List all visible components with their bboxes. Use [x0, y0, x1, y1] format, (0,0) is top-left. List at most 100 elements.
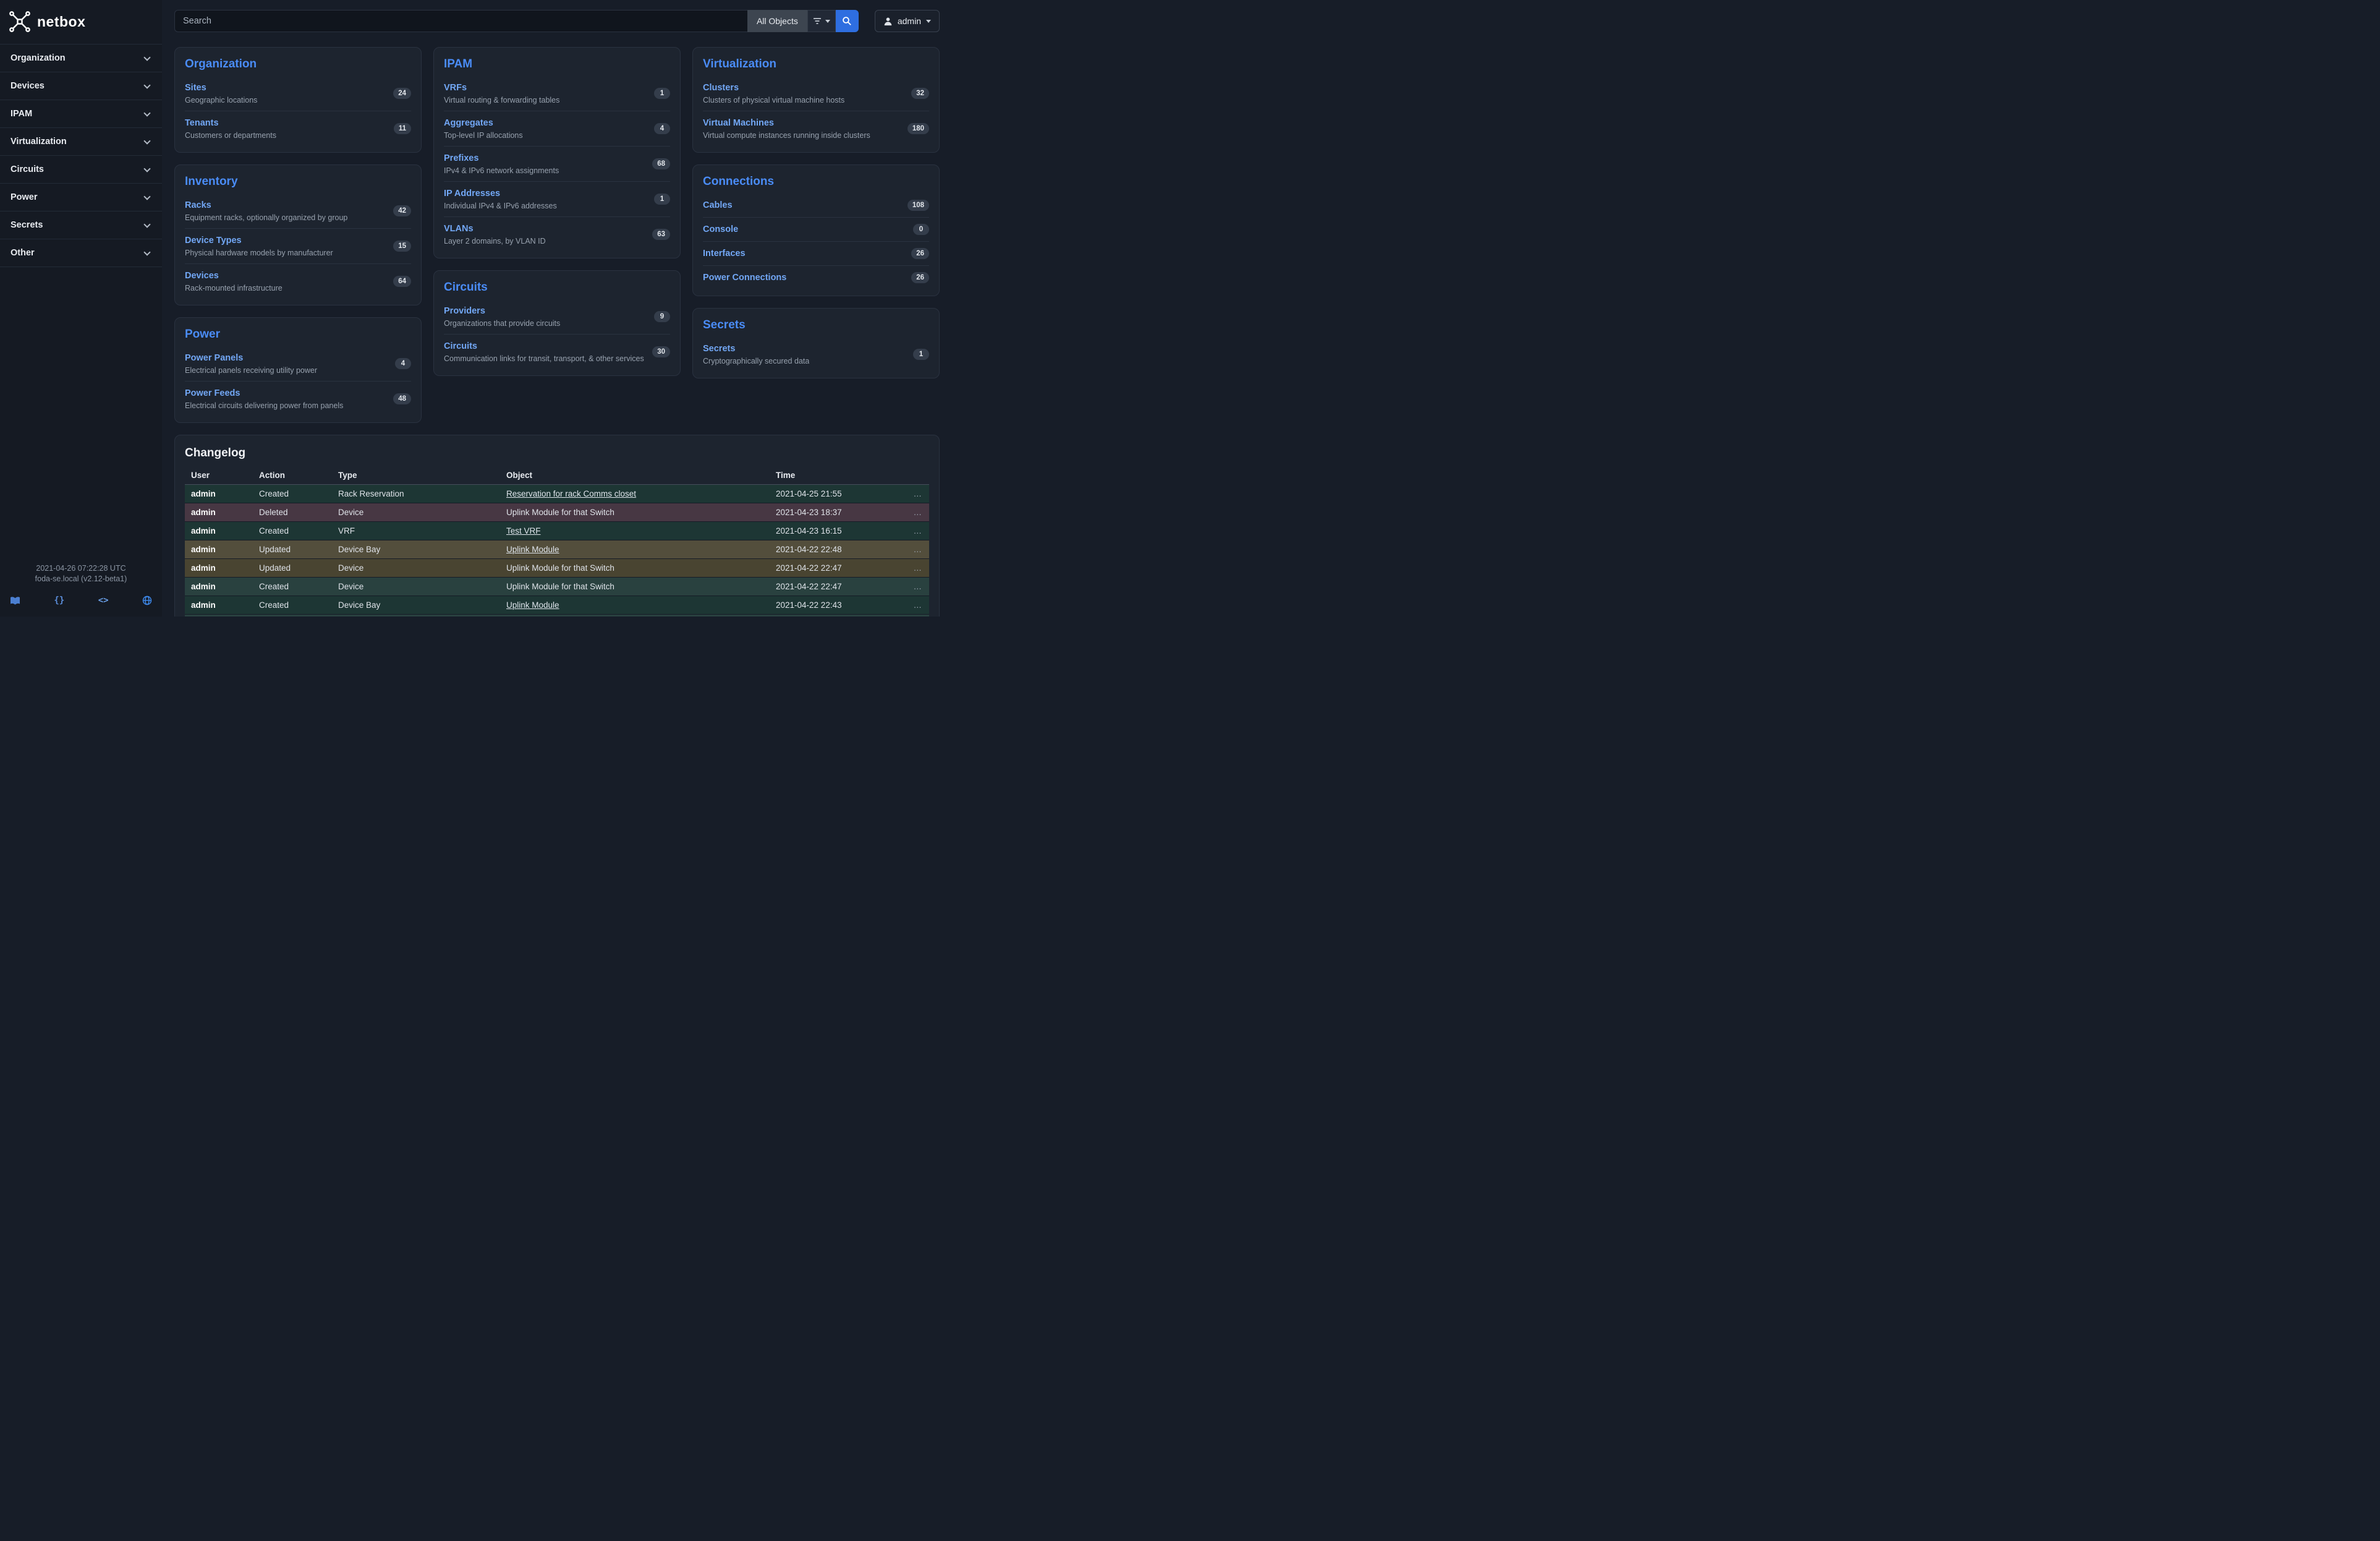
time-cell: 2021-04-22 22:43: [770, 596, 906, 615]
item-description: Rack-mounted infrastructure: [185, 284, 283, 292]
brand[interactable]: netbox: [0, 0, 162, 44]
main-area: All Objects: [162, 0, 952, 617]
count-badge: 68: [652, 158, 670, 169]
time-cell: 2021-04-23 16:15: [770, 522, 906, 540]
object-link[interactable]: Test VRF: [506, 526, 541, 536]
row-menu-button[interactable]: …: [906, 522, 929, 540]
chevron-down-icon: [143, 54, 150, 61]
card-organization: OrganizationSitesGeographic locations24T…: [174, 47, 422, 153]
item-link[interactable]: VLANs: [444, 224, 474, 234]
item-link[interactable]: Device Types: [185, 236, 242, 245]
item-link[interactable]: Circuits: [444, 341, 477, 351]
card-item-vrfs: VRFsVirtual routing & forwarding tables1: [444, 76, 670, 111]
row-menu-button[interactable]: …: [906, 503, 929, 522]
user-menu-button[interactable]: admin: [875, 10, 940, 32]
item-text: ClustersClusters of physical virtual mac…: [703, 82, 844, 105]
object-type-button[interactable]: All Objects: [747, 10, 807, 32]
item-link[interactable]: Console: [703, 224, 738, 234]
item-link[interactable]: Clusters: [703, 83, 739, 93]
sidebar-item-other[interactable]: Other: [0, 239, 162, 267]
item-link[interactable]: Power Panels: [185, 353, 243, 363]
column-header-user: User: [185, 466, 253, 485]
filter-dropdown-button[interactable]: [807, 10, 836, 32]
item-link[interactable]: Devices: [185, 271, 219, 281]
item-link[interactable]: Power Feeds: [185, 388, 240, 398]
type-cell: Device Bay: [332, 540, 500, 559]
changelog-header-row: UserActionTypeObjectTime: [185, 466, 929, 485]
item-link[interactable]: Racks: [185, 200, 211, 210]
count-badge: 108: [907, 200, 929, 211]
item-link[interactable]: Virtual Machines: [703, 118, 774, 128]
card-item-console: Console0: [703, 217, 929, 241]
sidebar-item-ipam[interactable]: IPAM: [0, 100, 162, 127]
item-text: Power Connections: [703, 272, 786, 283]
row-menu-button[interactable]: …: [906, 559, 929, 578]
table-row: adminUpdatedDeviceUplink Module for that…: [185, 559, 929, 578]
item-text: SitesGeographic locations: [185, 82, 257, 105]
object-link[interactable]: Uplink Module: [506, 600, 559, 610]
item-text: Console: [703, 224, 738, 235]
sidebar-item-organization[interactable]: Organization: [0, 44, 162, 72]
table-row: adminCreatedDevice BayUplink Module2021-…: [185, 596, 929, 615]
item-link[interactable]: Aggregates: [444, 118, 493, 128]
count-badge: 1: [913, 349, 929, 360]
item-link[interactable]: IP Addresses: [444, 189, 500, 198]
column-header-action: Action: [253, 466, 332, 485]
item-description: Organizations that provide circuits: [444, 319, 560, 328]
braces-icon[interactable]: {}: [54, 595, 64, 605]
globe-icon[interactable]: [142, 595, 152, 605]
item-text: AggregatesTop-level IP allocations: [444, 117, 523, 140]
sidebar-footer: 2021-04-26 07:22:28 UTC foda-se.local (v…: [0, 563, 162, 617]
user-cell: admin: [185, 503, 253, 522]
search-icon: [842, 16, 852, 26]
sidebar-item-devices[interactable]: Devices: [0, 72, 162, 100]
search-submit-button[interactable]: [836, 10, 859, 32]
book-icon[interactable]: [10, 596, 20, 605]
count-badge: 30: [652, 346, 670, 357]
code-icon[interactable]: <>: [98, 595, 109, 605]
row-menu-button[interactable]: …: [906, 578, 929, 596]
action-cell: Deleted: [253, 503, 332, 522]
item-text: TenantsCustomers or departments: [185, 117, 276, 140]
item-link[interactable]: Secrets: [703, 344, 735, 354]
count-badge: 32: [911, 88, 929, 99]
sidebar-item-power[interactable]: Power: [0, 183, 162, 211]
item-description: Virtual compute instances running inside…: [703, 131, 870, 140]
row-menu-button[interactable]: …: [906, 615, 929, 617]
row-menu-button[interactable]: …: [906, 540, 929, 559]
item-text: Device TypesPhysical hardware models by …: [185, 235, 333, 257]
item-link[interactable]: Providers: [444, 306, 485, 316]
sidebar-item-virtualization[interactable]: Virtualization: [0, 127, 162, 155]
item-text: CircuitsCommunication links for transit,…: [444, 341, 644, 363]
card-circuits: Circuits Providers Organizations that prov…: [433, 270, 681, 376]
type-cell: VRF: [332, 522, 500, 540]
item-link[interactable]: Cables: [703, 200, 733, 210]
row-menu-button[interactable]: …: [906, 485, 929, 503]
item-link[interactable]: Tenants: [185, 118, 219, 128]
item-link[interactable]: VRFs: [444, 83, 467, 93]
card-item-racks: Racks Equipment racks, optionally organiz…: [185, 194, 411, 228]
item-link[interactable]: Prefixes: [444, 153, 478, 163]
card-title: Virtualization: [703, 51, 929, 76]
sidebar-item-secrets[interactable]: Secrets: [0, 211, 162, 239]
table-row: adminCreatedVRFTest VRF2021-04-23 16:15…: [185, 522, 929, 540]
object-cell: Uplink Module: [500, 596, 770, 615]
object-link[interactable]: Reservation for rack Comms closet: [506, 489, 636, 498]
item-link[interactable]: Power Connections: [703, 273, 786, 283]
item-link[interactable]: Sites: [185, 83, 206, 93]
card-title: Secrets: [703, 312, 929, 337]
card-item-ip-addresses: IP AddressesIndividual IPv4 & IPv6 addre…: [444, 181, 670, 216]
card-title: Connections: [703, 169, 929, 194]
object-cell: Uplink Module: [500, 540, 770, 559]
item-link[interactable]: Interfaces: [703, 249, 746, 258]
row-menu-button[interactable]: …: [906, 596, 929, 615]
card-connections: ConnectionsCables108Console0Interfaces26…: [692, 164, 940, 296]
search-input[interactable]: [174, 10, 747, 32]
item-description: Equipment racks, optionally organized by…: [185, 213, 347, 222]
card-item-aggregates: AggregatesTop-level IP allocations4: [444, 111, 670, 146]
changelog-table: UserActionTypeObjectTime adminCreatedRac…: [185, 466, 929, 617]
sidebar-item-circuits[interactable]: Circuits: [0, 155, 162, 183]
object-link[interactable]: Uplink Module: [506, 545, 559, 554]
card-ipam: IPAMVRFsVirtual routing & forwarding tab…: [433, 47, 681, 258]
card-item-sites: SitesGeographic locations24: [185, 76, 411, 111]
